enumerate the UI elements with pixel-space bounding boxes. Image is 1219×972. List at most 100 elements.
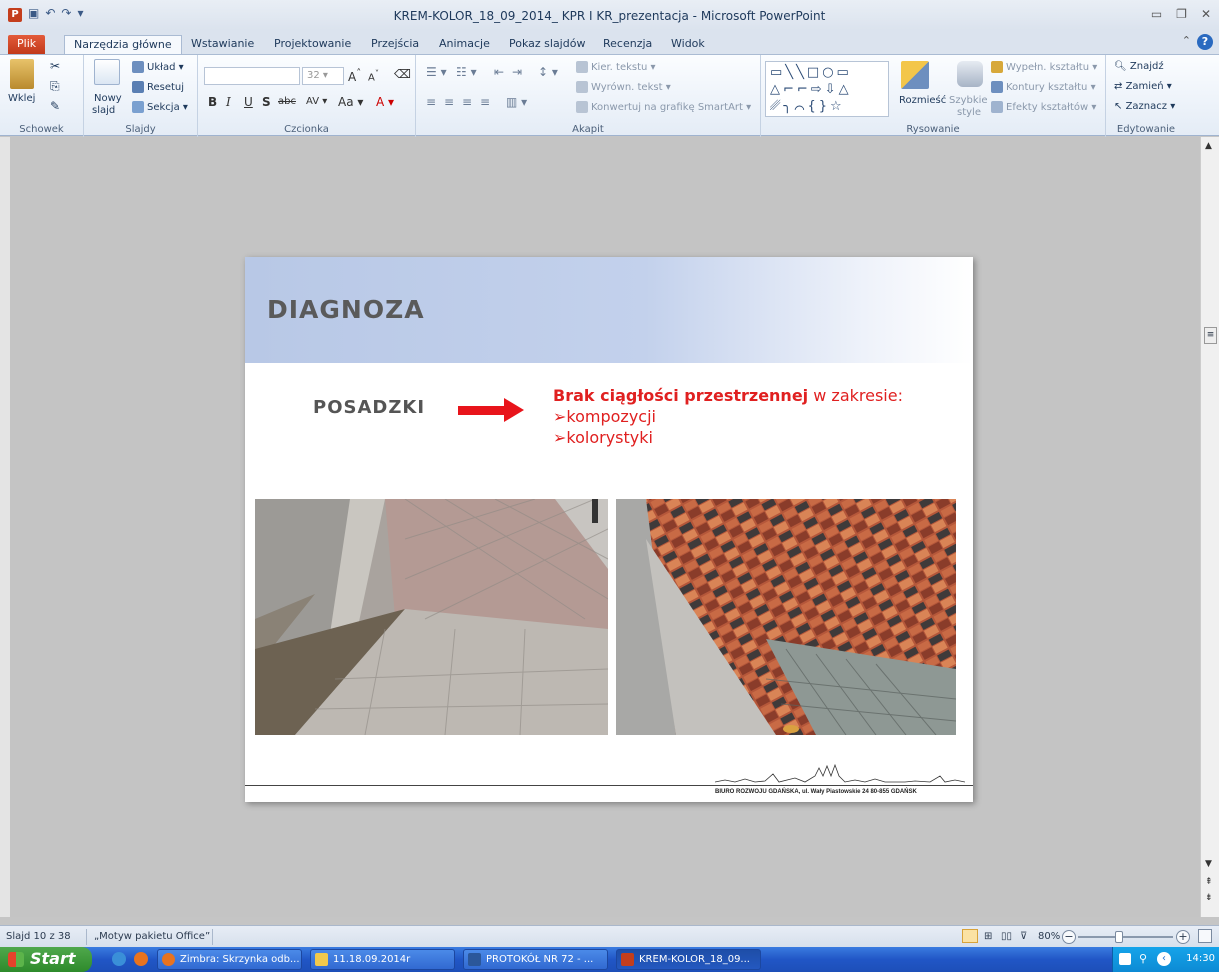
font-size-combo[interactable]: 32 ▾	[302, 67, 344, 85]
quick-styles-icon[interactable]	[957, 61, 983, 87]
restore-icon[interactable]: ❐	[1176, 7, 1187, 21]
red-arrow-icon[interactable]	[458, 398, 526, 422]
tray-expand-icon[interactable]: ‹	[1157, 952, 1171, 966]
underline-icon[interactable]: U	[244, 95, 253, 109]
paste-icon[interactable]	[10, 59, 34, 89]
font-color-icon[interactable]: A ▾	[376, 95, 394, 109]
reset-button[interactable]: Resetuj	[132, 81, 184, 93]
numbering-icon[interactable]: ☷ ▾	[456, 65, 477, 79]
scroll-up-icon[interactable]: ▲	[1205, 141, 1212, 151]
change-case-icon[interactable]: Aa ▾	[338, 95, 363, 109]
slide-sorter-icon[interactable]: ⊞	[984, 931, 992, 942]
grow-font-icon[interactable]: A˄	[348, 68, 361, 84]
italic-icon[interactable]: I	[226, 95, 231, 109]
slide-subject[interactable]: POSADZKI	[313, 397, 425, 418]
next-slide-icon[interactable]: ⇟	[1205, 893, 1213, 903]
diagnosis-textbox[interactable]: Brak ciągłości przestrzennej w zakresie:…	[553, 385, 903, 448]
scroll-thumb[interactable]: ≡	[1204, 327, 1217, 344]
find-button[interactable]: 🔍︎ Znajdź	[1114, 61, 1164, 72]
firefox-quicklaunch-icon[interactable]	[134, 952, 148, 966]
copy-icon[interactable]: ⎘	[50, 79, 60, 94]
taskbar-item-word[interactable]: PROTOKÓŁ NR 72 - ...	[463, 949, 608, 970]
pavement-photo-grey[interactable]	[255, 499, 608, 735]
bold-icon[interactable]: B	[208, 95, 217, 109]
justify-icon[interactable]: ≡	[480, 95, 490, 109]
replace-button[interactable]: ⇄ Zamień ▾	[1114, 81, 1172, 92]
align-left-icon[interactable]: ≡	[426, 95, 436, 109]
cut-icon[interactable]: ✂	[50, 59, 60, 73]
start-button[interactable]: Start	[0, 947, 92, 972]
format-painter-icon[interactable]: ✎	[50, 99, 60, 113]
arrange-button[interactable]: Rozmieść	[899, 95, 946, 106]
taskbar-item-zimbra[interactable]: Zimbra: Skrzynka odb...	[157, 949, 302, 970]
tab-insert[interactable]: Wstawianie	[182, 35, 263, 54]
slide-canvas[interactable]: DIAGNOZA POSADZKI Brak ciągłości przestr…	[245, 257, 973, 802]
tray-network-icon[interactable]: ⚲	[1139, 952, 1147, 965]
decrease-indent-icon[interactable]: ⇤	[494, 65, 504, 79]
increase-indent-icon[interactable]: ⇥	[512, 65, 522, 79]
text-direction-button[interactable]: Kier. tekstu ▾	[576, 61, 656, 73]
zoom-in-icon[interactable]: +	[1176, 930, 1190, 944]
shape-fill-button[interactable]: Wypełn. kształtu ▾	[991, 61, 1097, 73]
layout-button[interactable]: Układ ▾	[132, 61, 184, 73]
shape-effects-button[interactable]: Efekty kształtów ▾	[991, 101, 1096, 113]
system-clock[interactable]: 14:30	[1186, 953, 1215, 964]
theme-name[interactable]: „Motyw pakietu Office”	[94, 931, 210, 942]
help-icon[interactable]: ?	[1197, 34, 1213, 50]
tab-file[interactable]: Plik	[8, 35, 46, 54]
bullets-icon[interactable]: ☰ ▾	[426, 65, 447, 79]
slide-title[interactable]: DIAGNOZA	[267, 295, 425, 324]
close-icon[interactable]: ✕	[1201, 7, 1211, 21]
slideshow-icon[interactable]: ⊽	[1020, 931, 1027, 942]
scroll-down-icon[interactable]: ▼	[1205, 859, 1212, 869]
new-slide-label-2[interactable]: slajd	[92, 105, 115, 116]
clear-formatting-icon[interactable]: ⌫	[394, 67, 411, 81]
minimize-icon[interactable]: ▭	[1151, 7, 1162, 21]
pavement-photo-colored[interactable]	[616, 499, 956, 735]
tab-home[interactable]: Narzędzia główne	[64, 35, 182, 54]
select-button[interactable]: ↖ Zaznacz ▾	[1114, 101, 1175, 112]
zoom-slider-track[interactable]	[1078, 936, 1173, 938]
align-text-button[interactable]: Wyrówn. tekst ▾	[576, 81, 671, 93]
quick-styles-label-1[interactable]: Szybkie	[949, 95, 988, 106]
line-spacing-icon[interactable]: ↕ ▾	[538, 65, 558, 79]
align-center-icon[interactable]: ≡	[444, 95, 454, 109]
char-spacing-icon[interactable]: AV ▾	[306, 96, 327, 107]
align-right-icon[interactable]: ≡	[462, 95, 472, 109]
vertical-scrollbar[interactable]: ▲ ≡ ▼ ⇞ ⇟	[1200, 137, 1219, 917]
ie-quicklaunch-icon[interactable]	[112, 952, 126, 966]
tab-animations[interactable]: Animacje	[430, 35, 499, 54]
taskbar-item-folder[interactable]: 11.18.09.2014r	[310, 949, 455, 970]
zoom-level[interactable]: 80%	[1038, 931, 1060, 942]
quick-styles-label-2[interactable]: style	[957, 107, 981, 118]
tab-transitions[interactable]: Przejścia	[362, 35, 428, 54]
shrink-font-icon[interactable]: A˅	[368, 68, 379, 83]
tab-view[interactable]: Widok	[662, 35, 714, 54]
strikethrough-icon[interactable]: abc	[278, 96, 296, 107]
columns-icon[interactable]: ▥ ▾	[506, 95, 527, 109]
tab-review[interactable]: Recenzja	[594, 35, 661, 54]
minimize-ribbon-icon[interactable]: ⌃	[1182, 34, 1191, 50]
shapes-gallery[interactable]: ▭╲╲□○▭ △⌐⌐⇨⇩△ ␥╮⌒{}☆	[765, 61, 889, 117]
tab-design[interactable]: Projektowanie	[265, 35, 360, 54]
shape-outline-button[interactable]: Kontury kształtu ▾	[991, 81, 1096, 93]
zoom-out-icon[interactable]: −	[1062, 930, 1076, 944]
section-button[interactable]: Sekcja ▾	[132, 101, 188, 113]
fit-to-window-icon[interactable]	[1198, 929, 1212, 943]
shadow-icon[interactable]: S	[262, 95, 271, 109]
new-slide-icon[interactable]	[94, 59, 120, 85]
tab-slideshow[interactable]: Pokaz slajdów	[500, 35, 594, 54]
reading-view-icon[interactable]: ▯▯	[1001, 931, 1012, 942]
paste-button[interactable]: Wklej	[8, 93, 35, 104]
font-name-combo[interactable]	[204, 67, 300, 85]
arrange-icon[interactable]	[901, 61, 929, 89]
ribbon: Wklej ✂ ⎘ ✎ Schowek Nowy slajd Układ ▾ R…	[0, 54, 1219, 137]
tray-app-icon[interactable]	[1119, 953, 1131, 965]
smartart-button[interactable]: Konwertuj na grafikę SmartArt ▾	[576, 101, 751, 113]
group-label-slides: Slajdy	[125, 124, 156, 135]
new-slide-label-1[interactable]: Nowy	[94, 93, 122, 104]
normal-view-icon[interactable]	[962, 929, 978, 943]
zoom-slider-knob[interactable]	[1115, 931, 1123, 943]
previous-slide-icon[interactable]: ⇞	[1205, 877, 1213, 887]
taskbar-item-powerpoint[interactable]: KREM-KOLOR_18_09...	[616, 949, 761, 970]
